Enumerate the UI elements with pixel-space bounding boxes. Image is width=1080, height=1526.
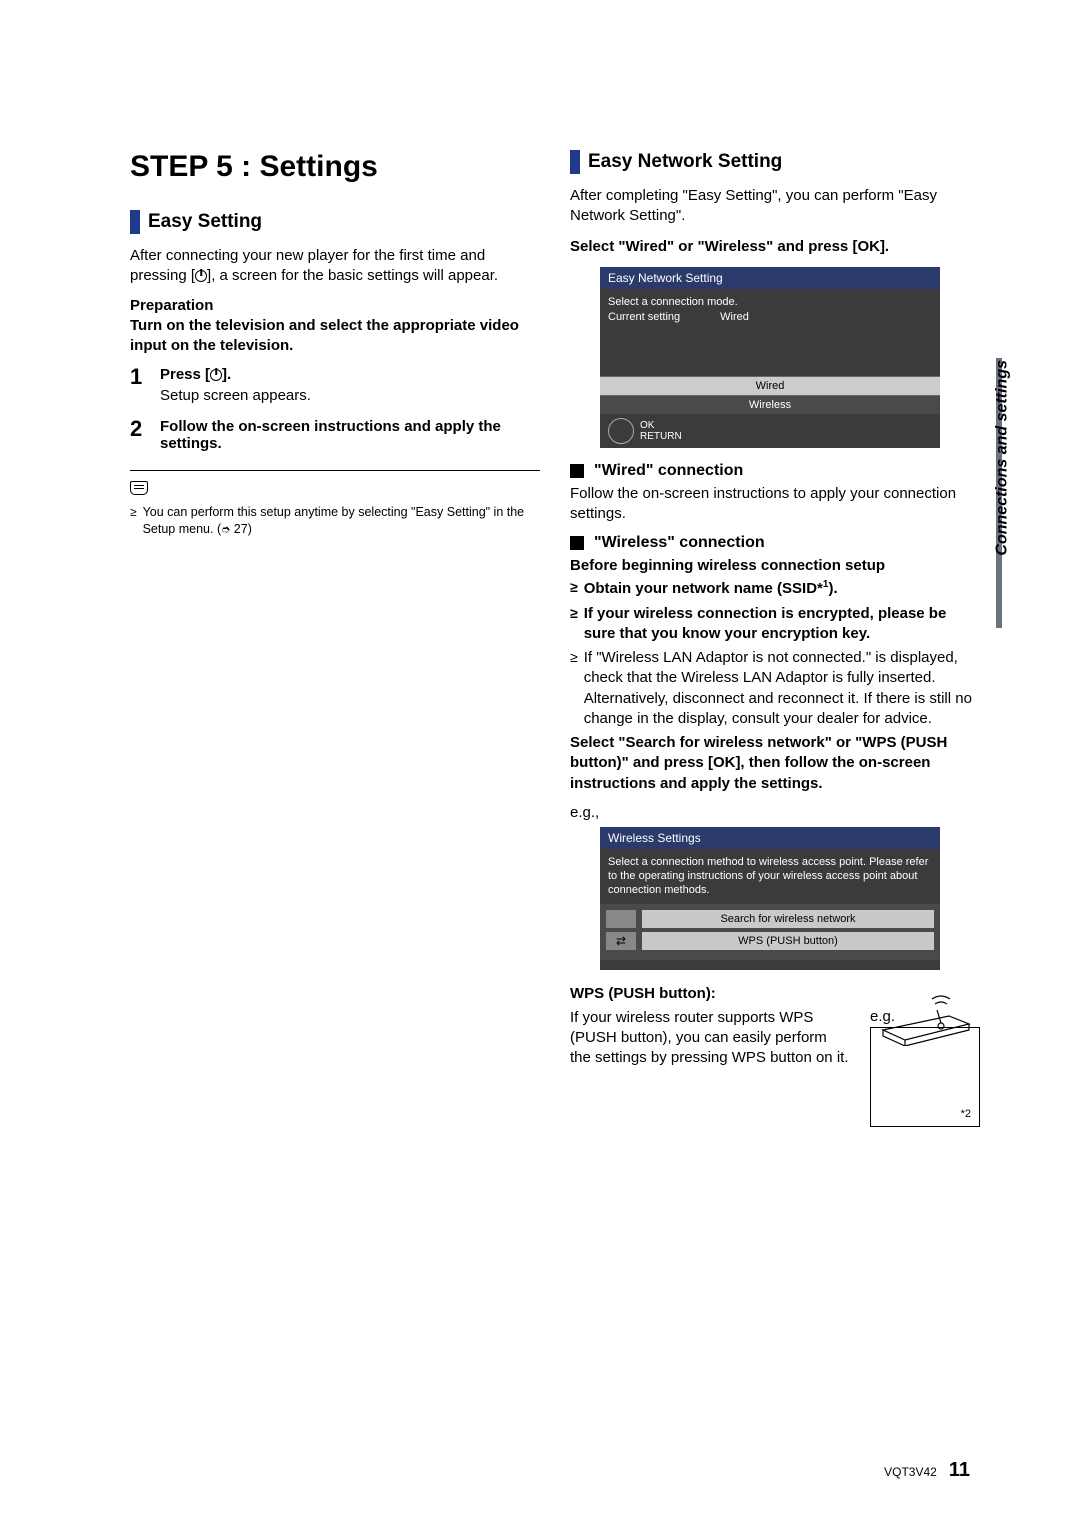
screen2-title: Wireless Settings bbox=[600, 827, 940, 849]
wps-arrows-icon: ⇄ bbox=[606, 932, 636, 950]
easy-setting-title: Easy Setting bbox=[148, 211, 262, 233]
screen1-body: Select a connection mode. Current settin… bbox=[600, 289, 940, 376]
screen1-current-value: Wired bbox=[720, 310, 749, 325]
power-icon bbox=[210, 369, 222, 381]
router-box: *2 bbox=[870, 1027, 980, 1127]
easy-network-title: Easy Network Setting bbox=[588, 151, 782, 173]
footnote-text: You can perform this setup anytime by se… bbox=[143, 505, 525, 536]
step-1-head: Press []. bbox=[160, 366, 540, 383]
step-title: STEP 5 : Settings bbox=[130, 150, 540, 184]
right-column: Easy Network Setting After completing "E… bbox=[570, 150, 980, 1127]
crossref-icon bbox=[221, 522, 230, 536]
router-icon bbox=[877, 990, 975, 1046]
wireless-title: "Wireless" connection bbox=[594, 534, 765, 552]
page-footer: VQT3V42 11 bbox=[884, 1459, 970, 1482]
wireless-bullets: Obtain your network name (SSID*1). If yo… bbox=[570, 578, 980, 729]
side-tab-label: Connections and settings bbox=[994, 360, 1012, 556]
step-number: 1 bbox=[130, 366, 148, 404]
doc-code: VQT3V42 bbox=[884, 1465, 937, 1479]
page-body: STEP 5 : Settings Easy Setting After con… bbox=[0, 0, 1080, 1187]
heading-bar-icon bbox=[130, 210, 140, 234]
step-2: 2 Follow the on-screen instructions and … bbox=[130, 418, 540, 452]
preparation-text: Turn on the television and select the ap… bbox=[130, 316, 540, 357]
option-wireless[interactable]: Wireless bbox=[600, 395, 940, 414]
heading-bar-icon bbox=[570, 150, 580, 174]
bullet-adaptor: If "Wireless LAN Adaptor is not connecte… bbox=[570, 648, 980, 729]
wps-text: If your wireless router supports WPS (PU… bbox=[570, 1008, 850, 1069]
wireless-settings-screenshot: Wireless Settings Select a connection me… bbox=[600, 827, 940, 970]
wired-text: Follow the on-screen instructions to app… bbox=[570, 484, 980, 525]
footnote: You can perform this setup anytime by se… bbox=[130, 504, 540, 538]
note-book-icon bbox=[130, 481, 148, 495]
option-wired[interactable]: Wired bbox=[600, 376, 940, 395]
step-2-head: Follow the on-screen instructions and ap… bbox=[160, 418, 540, 452]
square-bullet-icon bbox=[570, 464, 584, 478]
option-search-label: Search for wireless network bbox=[642, 910, 934, 928]
intro-part-b: ], a screen for the basic settings will … bbox=[207, 267, 498, 284]
square-bullet-icon bbox=[570, 536, 584, 550]
eg-label: e.g., bbox=[570, 804, 980, 821]
screen1-line1: Select a connection mode. bbox=[608, 295, 932, 310]
page-number: 11 bbox=[949, 1459, 970, 1482]
screen2-options: Search for wireless network ⇄ WPS (PUSH … bbox=[600, 904, 940, 960]
screen1-options: Wired Wireless bbox=[600, 376, 940, 414]
easy-network-heading: Easy Network Setting bbox=[570, 150, 980, 174]
wired-title: "Wired" connection bbox=[594, 462, 743, 480]
step-number: 2 bbox=[130, 418, 148, 452]
preparation-label: Preparation bbox=[130, 297, 540, 314]
screen2-desc: Select a connection method to wireless a… bbox=[600, 849, 940, 904]
option-wps-label: WPS (PUSH button) bbox=[642, 932, 934, 950]
step-1: 1 Press []. Setup screen appears. bbox=[130, 366, 540, 404]
network-setting-screenshot: Easy Network Setting Select a connection… bbox=[600, 267, 940, 448]
step1-head-a: Press [ bbox=[160, 366, 210, 383]
screen1-title: Easy Network Setting bbox=[600, 267, 940, 289]
step-1-desc: Setup screen appears. bbox=[160, 387, 540, 404]
screen1-footer: OK RETURN bbox=[600, 414, 940, 448]
numbered-steps: 1 Press []. Setup screen appears. 2 Foll… bbox=[130, 366, 540, 452]
footnote-ref: 27) bbox=[230, 522, 252, 536]
network-intro: After completing "Easy Setting", you can… bbox=[570, 186, 980, 227]
bullet-encryption: If your wireless connection is encrypted… bbox=[570, 604, 980, 645]
router-illustration: e.g. *2 bbox=[870, 1008, 980, 1127]
step1-head-b: ]. bbox=[222, 366, 231, 383]
wireless-before: Before beginning wireless connection set… bbox=[570, 556, 980, 576]
select-wired-wireless: Select "Wired" or "Wireless" and press [… bbox=[570, 237, 980, 257]
left-column: STEP 5 : Settings Easy Setting After con… bbox=[130, 150, 540, 1127]
bullet-ssid: Obtain your network name (SSID*1). bbox=[570, 578, 980, 599]
wireless-subheading: "Wireless" connection bbox=[570, 534, 980, 552]
return-label: RETURN bbox=[640, 431, 682, 442]
easy-setting-intro: After connecting your new player for the… bbox=[130, 246, 540, 287]
remote-dpad-icon bbox=[608, 418, 634, 444]
wired-subheading: "Wired" connection bbox=[570, 462, 980, 480]
option-wps-push[interactable]: ⇄ WPS (PUSH button) bbox=[606, 932, 934, 950]
easy-setting-heading: Easy Setting bbox=[130, 210, 540, 234]
wireless-select-instruction: Select "Search for wireless network" or … bbox=[570, 733, 980, 794]
ok-label: OK bbox=[640, 420, 682, 431]
router-footnote-ref: *2 bbox=[961, 1108, 971, 1120]
option-search-network[interactable]: Search for wireless network bbox=[606, 910, 934, 928]
separator-line bbox=[130, 470, 540, 471]
screen1-current-label: Current setting bbox=[608, 310, 680, 325]
blank-icon bbox=[606, 910, 636, 928]
power-icon bbox=[195, 270, 207, 282]
wps-row: If your wireless router supports WPS (PU… bbox=[570, 1008, 980, 1127]
screen2-bottom bbox=[600, 960, 940, 970]
